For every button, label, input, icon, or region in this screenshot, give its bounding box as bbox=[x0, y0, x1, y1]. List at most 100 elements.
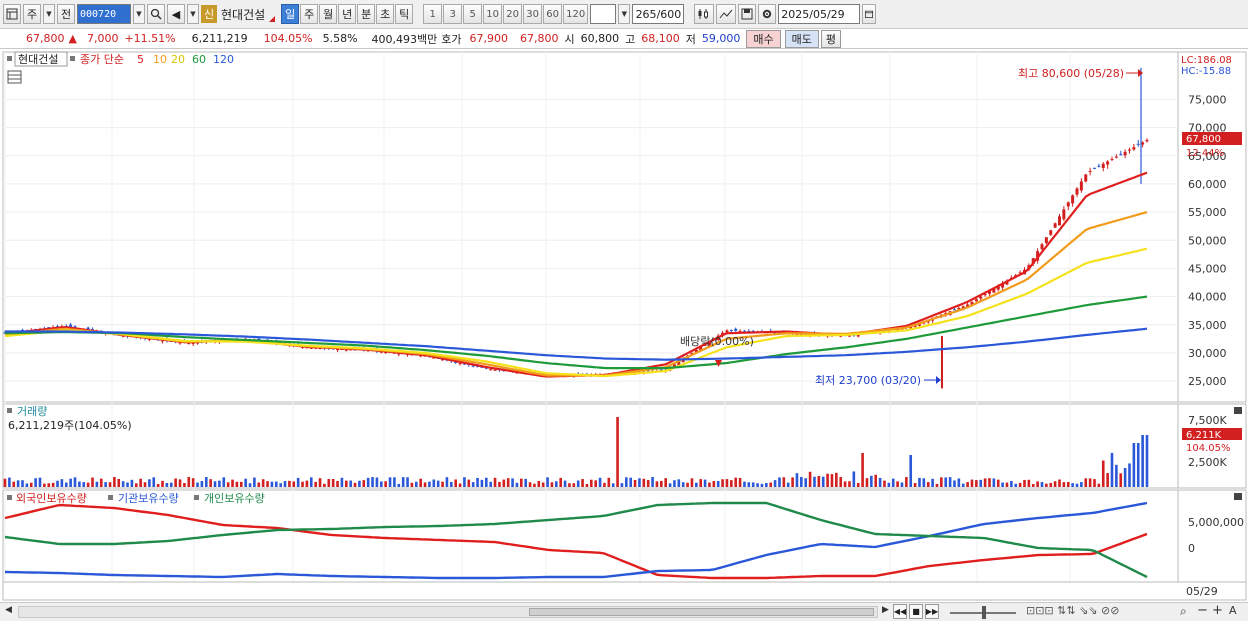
volume-bar bbox=[248, 483, 252, 487]
prev-button[interactable]: 전 bbox=[57, 4, 75, 24]
volume-bar bbox=[279, 483, 282, 487]
volume-bar bbox=[309, 477, 313, 487]
stock-code-input[interactable]: 000720 bbox=[77, 4, 131, 24]
tab-period-2[interactable]: 월 bbox=[319, 4, 338, 24]
volume-bar bbox=[883, 480, 886, 487]
volume-bar bbox=[716, 481, 720, 487]
volume-bar bbox=[581, 479, 584, 487]
eval-button[interactable]: 평 bbox=[820, 29, 842, 48]
scroll-left-icon[interactable]: ◀ bbox=[5, 605, 12, 615]
volume-bar bbox=[520, 478, 523, 487]
zoom-search-icon[interactable]: ⌕ bbox=[1180, 604, 1187, 619]
table-icon[interactable] bbox=[7, 70, 22, 84]
interval-button-120[interactable]: 120 bbox=[563, 4, 589, 24]
font-size-icon[interactable]: A bbox=[1229, 604, 1237, 617]
draw-tools-icon[interactable]: ⊡⊡⊡ ⇅⇅ ⇘⇘ ⊘⊘ bbox=[1026, 604, 1119, 617]
volume-bar bbox=[568, 483, 571, 487]
tab-period-6[interactable]: 틱 bbox=[395, 4, 414, 24]
volume-bar bbox=[34, 478, 37, 487]
dividend-annotation: 배당락(0.00%) bbox=[680, 335, 754, 348]
interval-custom-input[interactable] bbox=[590, 4, 617, 24]
candle-body bbox=[1084, 174, 1088, 182]
zoom-in-icon[interactable]: + bbox=[1212, 603, 1223, 618]
scroll-track[interactable] bbox=[18, 606, 878, 618]
tab-period-1[interactable]: 주 bbox=[300, 4, 319, 24]
interval-button-1[interactable]: 1 bbox=[423, 4, 443, 24]
stock-code-dropdown-icon[interactable]: ▼ bbox=[133, 4, 145, 24]
speaker-dropdown-icon[interactable]: ▼ bbox=[187, 4, 199, 24]
zoom-slider-handle[interactable] bbox=[982, 606, 986, 619]
volume-bar bbox=[183, 482, 186, 487]
interval-button-3[interactable]: 3 bbox=[443, 4, 463, 24]
interval-button-10[interactable]: 10 bbox=[483, 4, 503, 24]
period-mode-dropdown-icon[interactable]: ▼ bbox=[43, 4, 55, 24]
candle-type-icon[interactable] bbox=[694, 4, 715, 24]
period-mode-button[interactable]: 주 bbox=[23, 4, 41, 24]
volume-bar bbox=[187, 477, 191, 487]
candle-body bbox=[979, 296, 983, 299]
stop-icon[interactable]: ■ bbox=[909, 604, 923, 619]
volume-bar bbox=[835, 472, 838, 487]
volume-bar bbox=[839, 476, 843, 487]
calendar-icon[interactable] bbox=[862, 4, 877, 24]
tab-period-4[interactable]: 분 bbox=[357, 4, 376, 24]
volume-bar bbox=[336, 480, 339, 487]
candle-body bbox=[1075, 188, 1079, 195]
volume-bar bbox=[130, 479, 134, 487]
volume-bar bbox=[498, 481, 501, 487]
candle-body bbox=[1053, 223, 1057, 228]
volume-bar bbox=[756, 483, 759, 487]
tab-period-0[interactable]: 일 bbox=[281, 4, 300, 24]
speaker-icon[interactable]: ◀ bbox=[167, 4, 185, 24]
ma-20-label: 20 bbox=[171, 53, 185, 66]
volume-bar bbox=[476, 477, 479, 487]
chart-area[interactable]: 75,000 70,000 65,000 60,000 55,000 50,000 45,0… bbox=[0, 50, 1248, 602]
volume-bar bbox=[358, 480, 361, 487]
interval-button-30[interactable]: 30 bbox=[523, 4, 543, 24]
tab-period-3[interactable]: 년 bbox=[338, 4, 357, 24]
next-page-icon[interactable]: ▶▶ bbox=[925, 604, 939, 619]
interval-button-20[interactable]: 20 bbox=[503, 4, 523, 24]
sell-button[interactable]: 매도 bbox=[784, 29, 819, 48]
buy-button[interactable]: 매수 bbox=[746, 29, 781, 48]
interval-button-60[interactable]: 60 bbox=[543, 4, 563, 24]
scroll-right-icon[interactable]: ▶ bbox=[882, 605, 889, 615]
period-tabs: 일주월년분초틱 bbox=[281, 4, 414, 24]
candle-body bbox=[493, 369, 497, 371]
interval-dropdown-icon[interactable]: ▼ bbox=[618, 4, 631, 24]
volume-bar bbox=[926, 482, 930, 487]
volume-bar bbox=[633, 479, 637, 487]
save-icon[interactable] bbox=[738, 4, 757, 24]
chart-svg[interactable]: 75,00070,00065,00060,00055,00050,00045,0… bbox=[0, 50, 1248, 602]
first-page-icon[interactable]: ◀◀ bbox=[893, 604, 907, 619]
gear-icon[interactable] bbox=[758, 4, 777, 24]
zoom-out-icon[interactable]: − bbox=[1197, 603, 1208, 618]
scroll-thumb[interactable] bbox=[529, 608, 874, 616]
volume-bar bbox=[283, 480, 287, 487]
layout-icon[interactable] bbox=[3, 4, 21, 24]
volume-bar bbox=[489, 481, 492, 487]
price-panel-frame bbox=[2, 51, 1179, 403]
volume-bar bbox=[590, 479, 593, 487]
volume-bar bbox=[1075, 483, 1079, 487]
volume-panel-close-icon[interactable] bbox=[1234, 407, 1242, 414]
quote-bar: 67,800 ▲ 7,000 +11.51% 6,211,219 104.05%… bbox=[0, 29, 1248, 49]
price-change: 7,000 bbox=[86, 32, 119, 45]
volume-bar bbox=[467, 479, 471, 487]
low-price: 59,000 bbox=[701, 32, 741, 45]
volume-bar bbox=[1014, 483, 1018, 487]
volume-bar bbox=[1010, 480, 1013, 487]
volume-bar bbox=[813, 476, 816, 487]
volume-bar bbox=[449, 481, 453, 487]
volume-bar bbox=[493, 477, 497, 487]
tab-period-5[interactable]: 초 bbox=[376, 4, 395, 24]
volume-bar bbox=[598, 477, 602, 487]
interval-button-5[interactable]: 5 bbox=[463, 4, 483, 24]
count-input[interactable]: 265 /600 bbox=[632, 4, 685, 24]
holdings-panel-close-icon[interactable] bbox=[1234, 493, 1242, 500]
tool-icon[interactable] bbox=[716, 4, 737, 24]
price-y-tick: 40,000 bbox=[1188, 291, 1227, 304]
date-input[interactable]: 2025/05/29 bbox=[778, 4, 861, 24]
volume-bar bbox=[703, 479, 707, 487]
search-icon[interactable] bbox=[147, 4, 165, 24]
